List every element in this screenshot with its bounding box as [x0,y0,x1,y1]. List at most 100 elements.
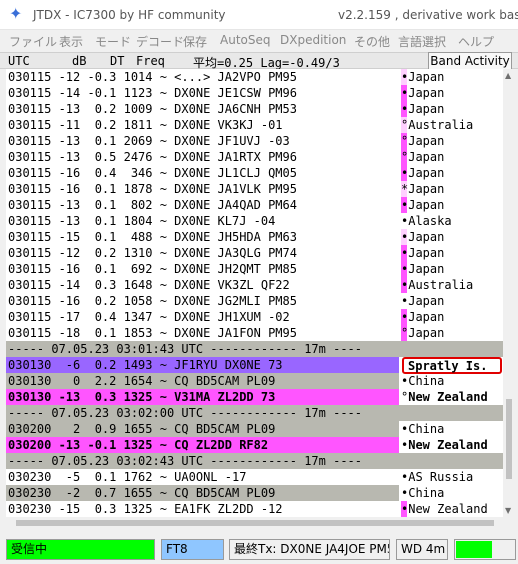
decode-row[interactable]: 030115 -14 0.3 1648 ~ DX0NE VK3ZL QF22 •A… [6,277,503,293]
decode-message: 030130 -6 0.2 1493 ~ JF1RYU DX0NE 73 [8,358,283,372]
decode-message: 030230 -15 0.3 1325 ~ EA1FK ZL2DD -12 [8,502,283,516]
title-bar: ✦ JTDX - IC7300 by HF community v2.2.159… [0,0,518,30]
band-activity-list[interactable]: 030115 -12 -0.3 1014 ~ <...> JA2VPO PM95… [6,69,503,517]
country-name: China [408,374,445,388]
country-label: Spratly Is. [408,359,488,373]
decode-row[interactable]: 030130 0 2.2 1654 ~ CQ BD5CAM PL09 •China [6,373,503,389]
decode-message: 030115 -16 0.1 692 ~ DX0NE JH2QMT PM85 [8,262,297,276]
country-name: Japan [408,326,445,340]
decode-row[interactable]: 030115 -17 0.4 1347 ~ DX0NE JH1XUM -02 •J… [6,309,503,325]
country-label: •Japan [401,86,444,100]
vertical-scrollbar[interactable]: ▲ ▼ [503,69,515,517]
status-bar: 受信中 FT8 最終Tx: DX0NE JA4JOE PM54 WD 4m [0,536,518,562]
menu-autoseq[interactable]: AutoSeq [220,33,270,47]
country-label: •China [401,374,444,388]
separator-text: ----- 07.05.23 03:01:43 UTC ------------… [8,342,363,356]
country-label: •Japan [401,102,444,116]
menu-view[interactable]: 表示 [59,33,83,50]
decode-row[interactable]: 030230 -5 0.1 1762 ~ UA0ONL -17 •AS Russi… [6,469,503,485]
hscroll-thumb[interactable] [16,520,494,526]
country-name: Japan [408,86,445,100]
window-version: v2.2.159 , derivative work based o [338,8,518,22]
period-separator-row[interactable]: ----- 07.05.23 03:02:00 UTC ------------… [6,405,503,421]
new-dxcc-highlight-box: Spratly Is. [402,357,502,374]
country-name: Japan [408,230,445,244]
decode-message: 030115 -14 -0.1 1123 ~ DX0NE JE1CSW PM96 [8,86,297,100]
tx-progress [454,539,516,560]
country-label: *Japan [401,182,444,196]
decode-row[interactable]: 030115 -12 0.2 1310 ~ DX0NE JA3QLG PM74 •… [6,245,503,261]
decode-message: 030230 -2 0.7 1655 ~ CQ BD5CAM PL09 [8,486,276,500]
header-utc: UTC [8,54,30,68]
country-name: New Zealand [408,390,488,404]
scroll-thumb[interactable] [506,399,512,479]
decode-row[interactable]: 030200 -13 -0.1 1325 ~ CQ ZL2DD RF82 •New… [6,437,503,453]
decode-row[interactable]: 030115 -13 0.1 802 ~ DX0NE JA4QAD PM64 •J… [6,197,503,213]
receiving-status: 受信中 [6,539,155,560]
country-name: Japan [408,70,445,84]
decode-row[interactable]: 030115 -18 0.1 1853 ~ DX0NE JA1FON PM95 °… [6,325,503,341]
country-name: Japan [408,310,445,324]
decode-row[interactable]: 030115 -14 -0.1 1123 ~ DX0NE JE1CSW PM96… [6,85,503,101]
country-label: °Australia [401,118,473,132]
last-tx-status: 最終Tx: DX0NE JA4JOE PM54 [229,539,390,560]
menu-other[interactable]: その他 [354,33,390,50]
decode-row[interactable]: 030115 -13 0.5 2476 ~ DX0NE JA1RTX PM96 °… [6,149,503,165]
period-separator-row[interactable]: ----- 07.05.23 03:02:43 UTC ------------… [6,453,503,469]
country-label: •Japan [401,262,444,276]
country-label: •Japan [401,198,444,212]
decode-row[interactable]: 030230 -15 0.3 1325 ~ EA1FK ZL2DD -12 •Ne… [6,501,503,517]
country-name: Japan [408,150,445,164]
watchdog-status: WD 4m [396,539,448,560]
decode-row[interactable]: 030115 -13 0.1 1804 ~ DX0NE KL7J -04 •Ala… [6,213,503,229]
decode-message: 030200 -13 -0.1 1325 ~ CQ ZL2DD RF82 [8,438,269,452]
decode-row[interactable]: 030115 -12 -0.3 1014 ~ <...> JA2VPO PM95… [6,69,503,85]
menu-decode[interactable]: デコード [136,33,184,50]
decode-row[interactable]: 030200 2 0.9 1655 ~ CQ BD5CAM PL09 •China [6,421,503,437]
decode-row[interactable]: 030115 -11 0.2 1811 ~ DX0NE VK3KJ -01 °Au… [6,117,503,133]
country-name: China [408,486,445,500]
band-activity-button[interactable]: Band Activity [428,52,512,70]
decode-row[interactable]: 030115 -16 0.1 1878 ~ DX0NE JA1VLK PM95 *… [6,181,503,197]
decode-row[interactable]: 030115 -16 0.4 346 ~ DX0NE JL1CLJ QM05 •J… [6,165,503,181]
menu-help[interactable]: ヘルプ [458,33,494,50]
decode-row[interactable]: 030115 -16 0.2 1058 ~ DX0NE JG2MLI PM85 •… [6,293,503,309]
period-separator-row[interactable]: ----- 07.05.23 03:01:43 UTC ------------… [6,341,503,357]
mode-status: FT8 [161,539,224,560]
decode-message: 030115 -18 0.1 1853 ~ DX0NE JA1FON PM95 [8,326,297,340]
country-label: •China [401,486,444,500]
decode-message: 030115 -11 0.2 1811 ~ DX0NE VK3KJ -01 [8,118,283,132]
scroll-down-icon[interactable]: ▼ [505,506,511,515]
decode-row[interactable]: 030115 -13 0.2 1009 ~ DX0NE JA6CNH PM53 •… [6,101,503,117]
decode-row[interactable]: 030130 -6 0.2 1493 ~ JF1RYU DX0NE 73 Spra… [6,357,503,374]
country-label: °Japan [401,150,444,164]
decode-row[interactable]: 030130 -13 0.3 1325 ~ V31MA ZL2DD 73 °New… [6,389,503,405]
header-freq: Freq [136,54,165,68]
scroll-up-icon[interactable]: ▲ [505,71,511,80]
menu-file[interactable]: ファイル [9,33,57,50]
decode-message: 030130 -13 0.3 1325 ~ V31MA ZL2DD 73 [8,390,276,404]
country-label: •Japan [401,246,444,260]
country-name: Australia [408,278,474,292]
menu-mode[interactable]: モード [95,33,131,50]
country-name: Japan [408,102,445,116]
decode-row[interactable]: 030115 -15 0.1 488 ~ DX0NE JH5HDA PM63 •J… [6,229,503,245]
menu-save[interactable]: 保存 [183,33,207,50]
decode-row[interactable]: 030115 -16 0.1 692 ~ DX0NE JH2QMT PM85 •J… [6,261,503,277]
country-name: AS Russia [408,470,474,484]
decode-row[interactable]: 030230 -2 0.7 1655 ~ CQ BD5CAM PL09 •Chin… [6,485,503,501]
decode-message: 030115 -13 0.5 2476 ~ DX0NE JA1RTX PM96 [8,150,297,164]
country-label: •New Zealand [401,438,488,452]
decode-message: 030115 -16 0.2 1058 ~ DX0NE JG2MLI PM85 [8,294,297,308]
menu-bar: ファイル 表示 モード デコード 保存 AutoSeq DXpedition そ… [0,30,518,52]
country-name: New Zealand [408,438,488,452]
horizontal-scrollbar[interactable] [6,517,503,529]
decode-row[interactable]: 030115 -13 0.1 2069 ~ DX0NE JF1UVJ -03 °J… [6,133,503,149]
country-label: °Japan [401,134,444,148]
tx-progress-fill [456,541,492,558]
column-header: UTC dB DT Freq 平均=0.25 Lag=-0.49/3 Band … [0,52,518,70]
country-name: Alaska [408,214,452,228]
country-name: New Zealand [408,502,488,516]
menu-dxpedition[interactable]: DXpedition [280,33,346,47]
menu-language[interactable]: 言語選択 [398,33,446,50]
